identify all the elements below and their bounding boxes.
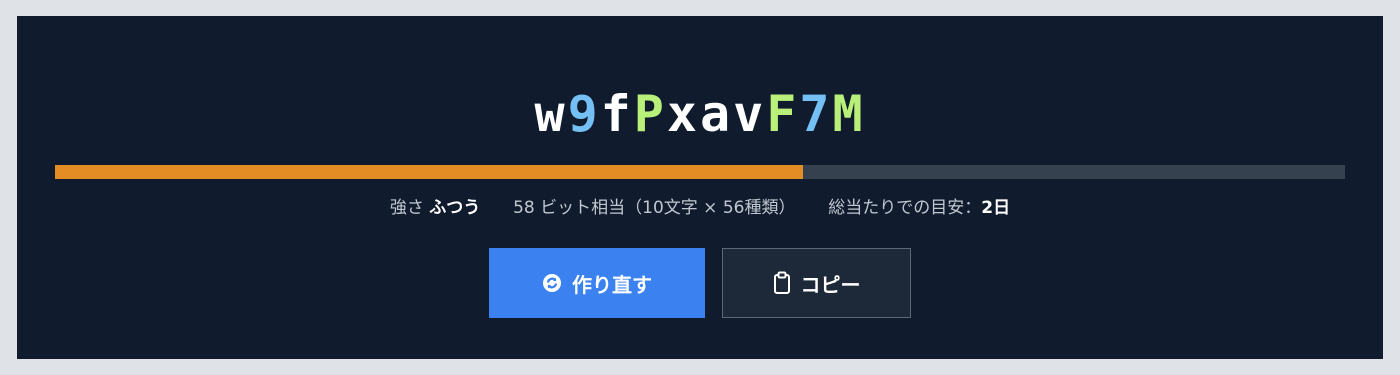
password-char: v bbox=[733, 85, 767, 143]
refresh-icon bbox=[542, 273, 562, 293]
password-char: f bbox=[600, 85, 634, 143]
password-char: w bbox=[534, 85, 568, 143]
password-char: P bbox=[633, 85, 667, 143]
copy-button-label: コピー bbox=[800, 272, 861, 297]
estimate-label: 総当たりでの目安： bbox=[828, 198, 982, 218]
generated-password[interactable]: w9fPxavF7M bbox=[17, 84, 1383, 144]
strength-meter-fill bbox=[55, 165, 804, 179]
password-char: 7 bbox=[799, 85, 833, 143]
strength-info: 強さ ふつう 58 ビット相当（10文字 × 56種類） 総当たりでの目安：2日 bbox=[17, 195, 1383, 221]
password-char: F bbox=[766, 85, 800, 143]
regenerate-button-label: 作り直す bbox=[572, 272, 652, 297]
entropy-bits-text: 58 ビット相当（10文字 × 56種類） bbox=[513, 198, 796, 218]
copy-button[interactable]: コピー bbox=[722, 248, 911, 318]
password-char: 9 bbox=[567, 85, 601, 143]
strength-meter bbox=[55, 165, 1345, 179]
regenerate-button[interactable]: 作り直す bbox=[489, 248, 705, 318]
strength-label: 強さ bbox=[389, 198, 424, 218]
strength-value: ふつう bbox=[429, 198, 481, 218]
action-buttons: 作り直す コピー bbox=[489, 248, 911, 318]
estimate-value: 2日 bbox=[981, 198, 1011, 218]
password-char: a bbox=[700, 85, 734, 143]
clipboard-icon bbox=[773, 271, 791, 295]
password-char: x bbox=[666, 85, 700, 143]
password-char: M bbox=[832, 85, 866, 143]
password-generator-panel: w9fPxavF7M 強さ ふつう 58 ビット相当（10文字 × 56種類） … bbox=[17, 16, 1383, 359]
